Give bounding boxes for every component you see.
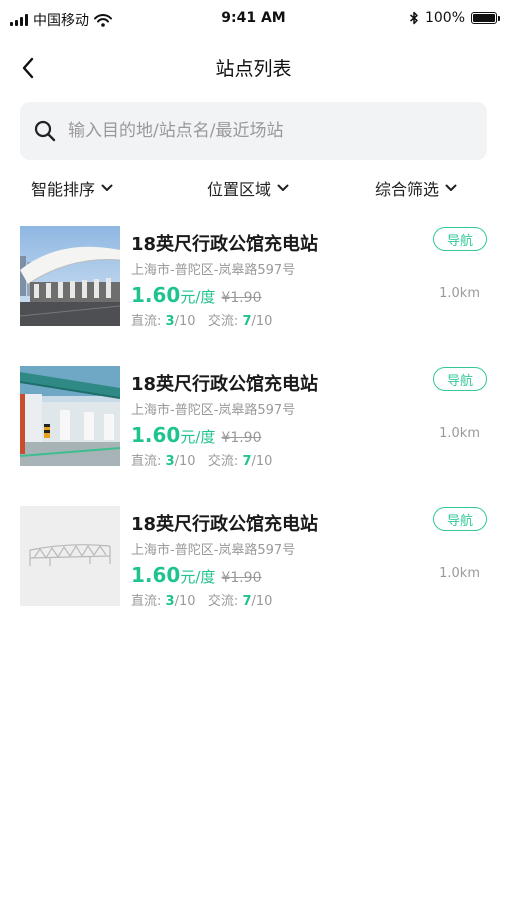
battery-percent: 100% xyxy=(424,10,465,26)
filter-combined[interactable]: 综合筛选 xyxy=(375,176,457,200)
station-name: 18英尺行政公馆充电站 xyxy=(131,234,319,255)
filter-smart-sort[interactable]: 智能排序 xyxy=(31,176,113,200)
search-bar[interactable] xyxy=(20,102,487,160)
search-icon xyxy=(34,120,56,142)
charger-counts: 直流: 3/10 交流: 7/10 xyxy=(131,310,272,329)
station-price: 1.60元/度 ¥1.90 xyxy=(131,423,262,447)
station-address: 上海市-普陀区-岚皋路597号 xyxy=(131,543,296,558)
dc-label: 直流: xyxy=(131,314,162,329)
ac-label: 交流: xyxy=(207,454,239,469)
station-name: 18英尺行政公馆充电站 xyxy=(131,374,319,395)
station-item[interactable]: 18英尺行政公馆充电站 上海市-普陀区-岚皋路597号 1.60元/度 ¥1.90… xyxy=(0,226,507,366)
charger-counts: 直流: 3/10 交流: 7/10 xyxy=(131,590,272,609)
station-price: 1.60元/度 ¥1.90 xyxy=(131,563,262,587)
ac-total: /10 xyxy=(251,594,273,609)
station-photo xyxy=(20,226,120,326)
old-price: ¥1.90 xyxy=(221,570,262,586)
dc-total: /10 xyxy=(174,314,196,329)
dc-total: /10 xyxy=(174,454,196,469)
dc-label: 直流: xyxy=(131,454,162,469)
battery-icon xyxy=(471,12,500,24)
battery-fill xyxy=(473,14,495,22)
price-value: 1.60 xyxy=(131,283,181,307)
station-photo xyxy=(20,366,120,466)
filter-label: 综合筛选 xyxy=(375,180,440,199)
filter-label: 智能排序 xyxy=(31,180,96,199)
station-distance: 1.0km xyxy=(439,426,480,441)
station-distance: 1.0km xyxy=(439,286,480,301)
price-unit: 元/度 xyxy=(180,568,216,586)
price-value: 1.60 xyxy=(131,423,181,447)
navigate-button[interactable]: 导航 xyxy=(433,507,487,531)
ac-total: /10 xyxy=(251,314,273,329)
charger-counts: 直流: 3/10 交流: 7/10 xyxy=(131,450,272,469)
ac-total: /10 xyxy=(251,454,273,469)
chevron-down-icon xyxy=(277,184,289,191)
station-item[interactable]: 18英尺行政公馆充电站 上海市-普陀区-岚皋路597号 1.60元/度 ¥1.90… xyxy=(0,506,507,646)
dc-available: 3 xyxy=(165,454,175,469)
navigate-button[interactable]: 导航 xyxy=(433,227,487,251)
price-unit: 元/度 xyxy=(180,288,216,306)
station-address: 上海市-普陀区-岚皋路597号 xyxy=(131,403,296,418)
old-price: ¥1.90 xyxy=(221,290,262,306)
chevron-down-icon xyxy=(101,184,113,191)
station-address: 上海市-普陀区-岚皋路597号 xyxy=(131,263,296,278)
bluetooth-icon xyxy=(409,11,418,25)
filter-label: 位置区域 xyxy=(207,180,272,199)
dc-total: /10 xyxy=(174,594,196,609)
station-item[interactable]: 18英尺行政公馆充电站 上海市-普陀区-岚皋路597号 1.60元/度 ¥1.90… xyxy=(0,366,507,506)
price-unit: 元/度 xyxy=(180,428,216,446)
station-list: 18英尺行政公馆充电站 上海市-普陀区-岚皋路597号 1.60元/度 ¥1.90… xyxy=(0,226,507,646)
navigate-button[interactable]: 导航 xyxy=(433,367,487,391)
ac-label: 交流: xyxy=(207,314,239,329)
chevron-down-icon xyxy=(445,184,457,191)
station-price: 1.60元/度 ¥1.90 xyxy=(131,283,262,307)
price-value: 1.60 xyxy=(131,563,181,587)
ac-label: 交流: xyxy=(207,594,239,609)
filter-location-area[interactable]: 位置区域 xyxy=(207,176,289,200)
filter-bar: 智能排序 位置区域 综合筛选 xyxy=(0,176,507,210)
status-right: 100% xyxy=(409,10,500,26)
nav-bar: 站点列表 xyxy=(0,40,507,96)
dc-label: 直流: xyxy=(131,594,162,609)
station-name: 18英尺行政公馆充电站 xyxy=(131,514,319,535)
dc-available: 3 xyxy=(165,314,175,329)
status-bar: 中国移动 9:41 AM 100% xyxy=(0,0,507,36)
search-input[interactable] xyxy=(66,120,470,142)
station-distance: 1.0km xyxy=(439,566,480,581)
page-title: 站点列表 xyxy=(215,58,292,80)
dc-available: 3 xyxy=(165,594,175,609)
old-price: ¥1.90 xyxy=(221,430,262,446)
station-placeholder-image xyxy=(20,506,120,606)
